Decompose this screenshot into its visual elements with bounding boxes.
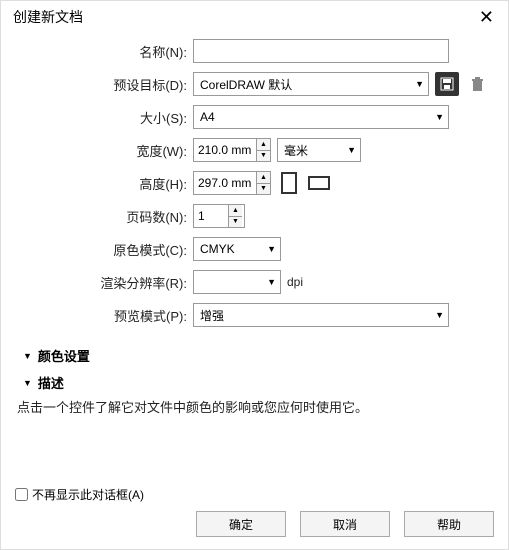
help-button[interactable]: 帮助 <box>404 511 494 537</box>
delete-preset-icon[interactable] <box>465 72 489 96</box>
description-text: 点击一个控件了解它对文件中颜色的影响或您应何时使用它。 <box>1 394 508 428</box>
spin-down-icon[interactable]: ▼ <box>257 184 270 195</box>
pages-spinner[interactable]: ▲▼ <box>193 204 245 228</box>
width-spinner[interactable]: ▲▼ <box>193 138 271 162</box>
size-value: A4 <box>200 110 215 124</box>
chevron-down-icon: ▼ <box>435 112 444 122</box>
colormode-value: CMYK <box>200 242 235 256</box>
preview-combo[interactable]: 增强 ▼ <box>193 303 449 327</box>
chevron-down-icon: ▼ <box>267 277 276 287</box>
dpi-label: dpi <box>287 275 303 289</box>
render-res-combo[interactable]: ▼ <box>193 270 281 294</box>
dont-show-again-checkbox[interactable]: 不再显示此对话框(A) <box>15 486 494 503</box>
render-res-input[interactable] <box>194 271 258 293</box>
section-description[interactable]: ▼ 描述 <box>1 367 508 394</box>
section-desc-label: 描述 <box>38 373 64 392</box>
collapse-icon: ▼ <box>23 351 32 361</box>
pages-label: 页码数(N): <box>15 207 193 226</box>
preset-value: CorelDRAW 默认 <box>200 76 292 93</box>
create-new-document-dialog: 创建新文档 ✕ 名称(N): 预设目标(D): CorelDRAW 默认 ▼ <box>0 0 509 550</box>
render-res-label: 渲染分辨率(R): <box>15 273 193 292</box>
size-label: 大小(S): <box>15 108 193 127</box>
form-area: 名称(N): 预设目标(D): CorelDRAW 默认 ▼ 大小 <box>1 33 508 340</box>
preset-label: 预设目标(D): <box>15 75 193 94</box>
width-label: 宽度(W): <box>15 141 193 160</box>
spin-up-icon[interactable]: ▲ <box>229 205 242 217</box>
orientation-portrait-icon[interactable] <box>277 171 301 195</box>
preview-value: 增强 <box>200 307 224 324</box>
chevron-down-icon: ▼ <box>267 244 276 254</box>
width-input[interactable] <box>194 139 256 161</box>
spin-up-icon[interactable]: ▲ <box>257 139 270 151</box>
section-color-settings[interactable]: ▼ 颜色设置 <box>1 340 508 367</box>
height-spinner[interactable]: ▲▼ <box>193 171 271 195</box>
height-input[interactable] <box>194 172 256 194</box>
colormode-combo[interactable]: CMYK ▼ <box>193 237 281 261</box>
ok-button[interactable]: 确定 <box>196 511 286 537</box>
width-unit-combo[interactable]: 毫米 ▼ <box>277 138 361 162</box>
pages-input[interactable] <box>194 205 228 227</box>
chevron-down-icon: ▼ <box>415 79 424 89</box>
cancel-button[interactable]: 取消 <box>300 511 390 537</box>
titlebar: 创建新文档 ✕ <box>1 1 508 33</box>
save-preset-icon[interactable] <box>435 72 459 96</box>
size-combo[interactable]: A4 ▼ <box>193 105 449 129</box>
chevron-down-icon: ▼ <box>435 310 444 320</box>
dont-show-label: 不再显示此对话框(A) <box>32 486 144 503</box>
collapse-icon: ▼ <box>23 378 32 388</box>
width-unit-value: 毫米 <box>284 142 308 159</box>
height-label: 高度(H): <box>15 174 193 193</box>
section-color-label: 颜色设置 <box>38 346 90 365</box>
colormode-label: 原色模式(C): <box>15 240 193 259</box>
footer: 不再显示此对话框(A) 确定 取消 帮助 <box>1 478 508 549</box>
spin-down-icon[interactable]: ▼ <box>229 217 242 228</box>
close-icon[interactable]: ✕ <box>475 8 498 26</box>
preview-label: 预览模式(P): <box>15 306 193 325</box>
preset-combo[interactable]: CorelDRAW 默认 ▼ <box>193 72 429 96</box>
chevron-down-icon: ▼ <box>347 145 356 155</box>
name-input[interactable] <box>193 39 449 63</box>
dialog-title: 创建新文档 <box>13 7 83 27</box>
name-label: 名称(N): <box>15 42 193 61</box>
spin-down-icon[interactable]: ▼ <box>257 151 270 162</box>
dont-show-checkbox-input[interactable] <box>15 488 28 501</box>
orientation-landscape-icon[interactable] <box>307 171 331 195</box>
spin-up-icon[interactable]: ▲ <box>257 172 270 184</box>
